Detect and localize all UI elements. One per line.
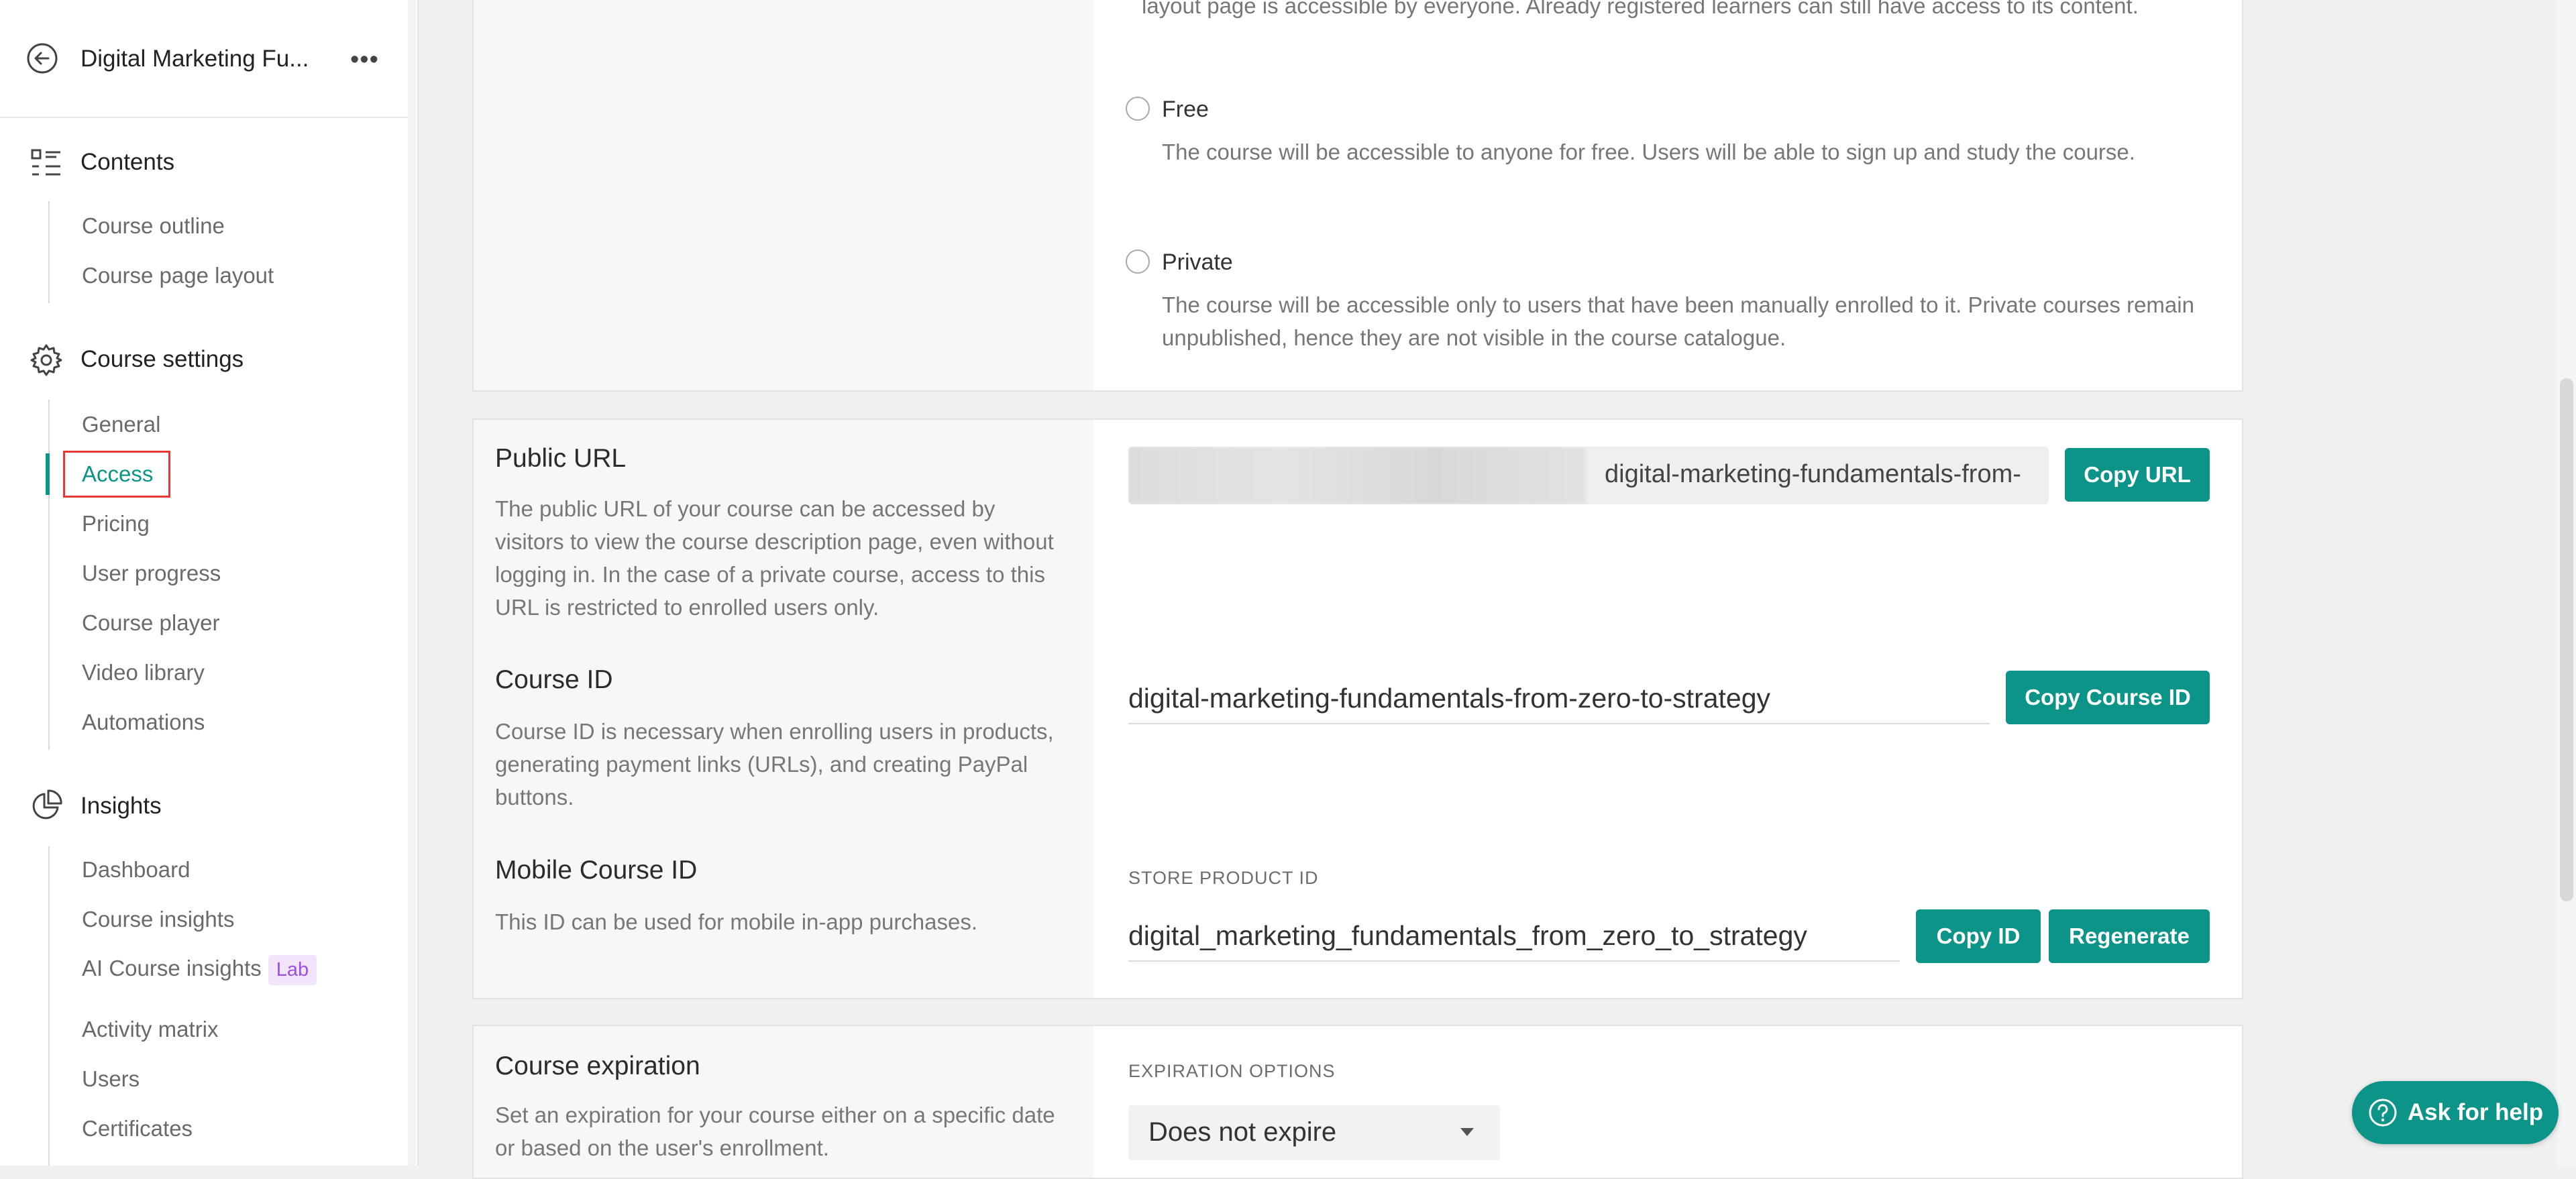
mobile-id-field[interactable]: digital_marketing_fundamentals_from_zero… bbox=[1128, 920, 1807, 952]
course-id-desc: Course ID is necessary when enrolling us… bbox=[495, 719, 1054, 809]
course-id-field[interactable]: digital-marketing-fundamentals-from-zero… bbox=[1128, 683, 1770, 714]
access-option-desc: layout page is accessible by everyone. A… bbox=[1142, 0, 2139, 18]
sidebar-item-ai-course-insights[interactable]: AI Course insights Lab bbox=[82, 955, 317, 985]
identifiers-card: Public URL The public URL of your course… bbox=[472, 418, 2243, 999]
public-url-title: Public URL bbox=[495, 444, 627, 473]
field-underline bbox=[1128, 723, 1990, 724]
copy-id-button[interactable]: Copy ID bbox=[1916, 909, 2041, 963]
sidebar-scrollbar[interactable] bbox=[408, 0, 416, 1166]
course-id-title: Course ID bbox=[495, 665, 613, 694]
sidebar-item-automations[interactable]: Automations bbox=[82, 710, 205, 735]
pie-chart-icon bbox=[32, 789, 62, 820]
sidebar-divider bbox=[48, 201, 50, 303]
expiration-title: Course expiration bbox=[495, 1052, 700, 1080]
field-underline bbox=[1128, 960, 1900, 962]
sidebar-item-certificates[interactable]: Certificates bbox=[82, 1116, 193, 1141]
sidebar-header: Digital Marketing Fu... ••• bbox=[0, 0, 408, 118]
contents-icon bbox=[31, 149, 60, 176]
sidebar: Digital Marketing Fu... ••• Contents Cou… bbox=[0, 0, 419, 1166]
sidebar-section-insights[interactable]: Insights bbox=[80, 793, 162, 820]
free-desc: The course will be accessible to anyone … bbox=[1162, 139, 2135, 164]
more-options-icon[interactable]: ••• bbox=[350, 46, 379, 74]
mobile-id-desc: This ID can be used for mobile in-app pu… bbox=[495, 909, 978, 934]
sidebar-item-activity-matrix[interactable]: Activity matrix bbox=[82, 1017, 219, 1042]
selection-highlight bbox=[63, 451, 170, 498]
radio-private[interactable] bbox=[1126, 249, 1150, 274]
caret-down-icon bbox=[1460, 1128, 1474, 1136]
regenerate-button[interactable]: Regenerate bbox=[2049, 909, 2210, 963]
help-icon bbox=[2369, 1099, 2397, 1127]
ask-for-help-button[interactable]: Ask for help bbox=[2352, 1081, 2559, 1144]
radio-free[interactable] bbox=[1126, 97, 1150, 121]
expiration-options-label: EXPIRATION OPTIONS bbox=[1128, 1061, 1336, 1081]
sidebar-item-course-player[interactable]: Course player bbox=[82, 610, 219, 636]
ask-for-help-label: Ask for help bbox=[2407, 1099, 2544, 1125]
url-domain-blurred bbox=[1128, 447, 1586, 504]
expiration-selected-value: Does not expire bbox=[1148, 1117, 1337, 1147]
sidebar-item-label: AI Course insights bbox=[82, 956, 262, 981]
sidebar-item-course-outline[interactable]: Course outline bbox=[82, 213, 225, 239]
public-url-field[interactable]: digital-marketing-fundamentals-from- bbox=[1128, 447, 2049, 504]
access-card: layout page is accessible by everyone. A… bbox=[472, 0, 2243, 392]
sidebar-section-course-settings[interactable]: Course settings bbox=[80, 346, 244, 373]
expiration-desc: Set an expiration for your course either… bbox=[495, 1103, 1055, 1160]
public-url-desc: The public URL of your course can be acc… bbox=[495, 496, 1054, 620]
radio-free-label[interactable]: Free bbox=[1162, 97, 1209, 123]
main-scrollbar-thumb[interactable] bbox=[2560, 378, 2573, 901]
lab-badge: Lab bbox=[268, 955, 317, 985]
sidebar-item-dashboard[interactable]: Dashboard bbox=[82, 857, 190, 883]
sidebar-item-course-insights[interactable]: Course insights bbox=[82, 907, 234, 932]
url-slug: digital-marketing-fundamentals-from- bbox=[1605, 460, 2021, 488]
sidebar-item-user-progress[interactable]: User progress bbox=[82, 561, 221, 586]
sidebar-divider bbox=[48, 400, 50, 750]
expiration-select[interactable]: Does not expire bbox=[1128, 1105, 1500, 1160]
sidebar-item-general[interactable]: General bbox=[82, 412, 160, 437]
store-product-id-label: STORE PRODUCT ID bbox=[1128, 868, 1319, 888]
sidebar-item-users[interactable]: Users bbox=[82, 1066, 140, 1092]
sidebar-section-contents[interactable]: Contents bbox=[80, 149, 174, 176]
mobile-id-title: Mobile Course ID bbox=[495, 856, 698, 885]
expiration-card: Course expiration Set an expiration for … bbox=[472, 1025, 2243, 1179]
copy-course-id-button[interactable]: Copy Course ID bbox=[2006, 671, 2210, 724]
active-indicator bbox=[46, 453, 50, 495]
private-desc: The course will be accessible only to us… bbox=[1162, 292, 2194, 350]
copy-url-button[interactable]: Copy URL bbox=[2065, 448, 2210, 502]
sidebar-item-pricing[interactable]: Pricing bbox=[82, 511, 150, 537]
gear-icon bbox=[30, 344, 62, 376]
radio-private-label[interactable]: Private bbox=[1162, 249, 1233, 276]
course-title[interactable]: Digital Marketing Fu... bbox=[80, 46, 309, 72]
sidebar-item-course-page-layout[interactable]: Course page layout bbox=[82, 263, 274, 288]
sidebar-divider bbox=[48, 846, 50, 1166]
sidebar-item-video-library[interactable]: Video library bbox=[82, 660, 205, 685]
back-arrow-icon[interactable] bbox=[25, 42, 59, 75]
